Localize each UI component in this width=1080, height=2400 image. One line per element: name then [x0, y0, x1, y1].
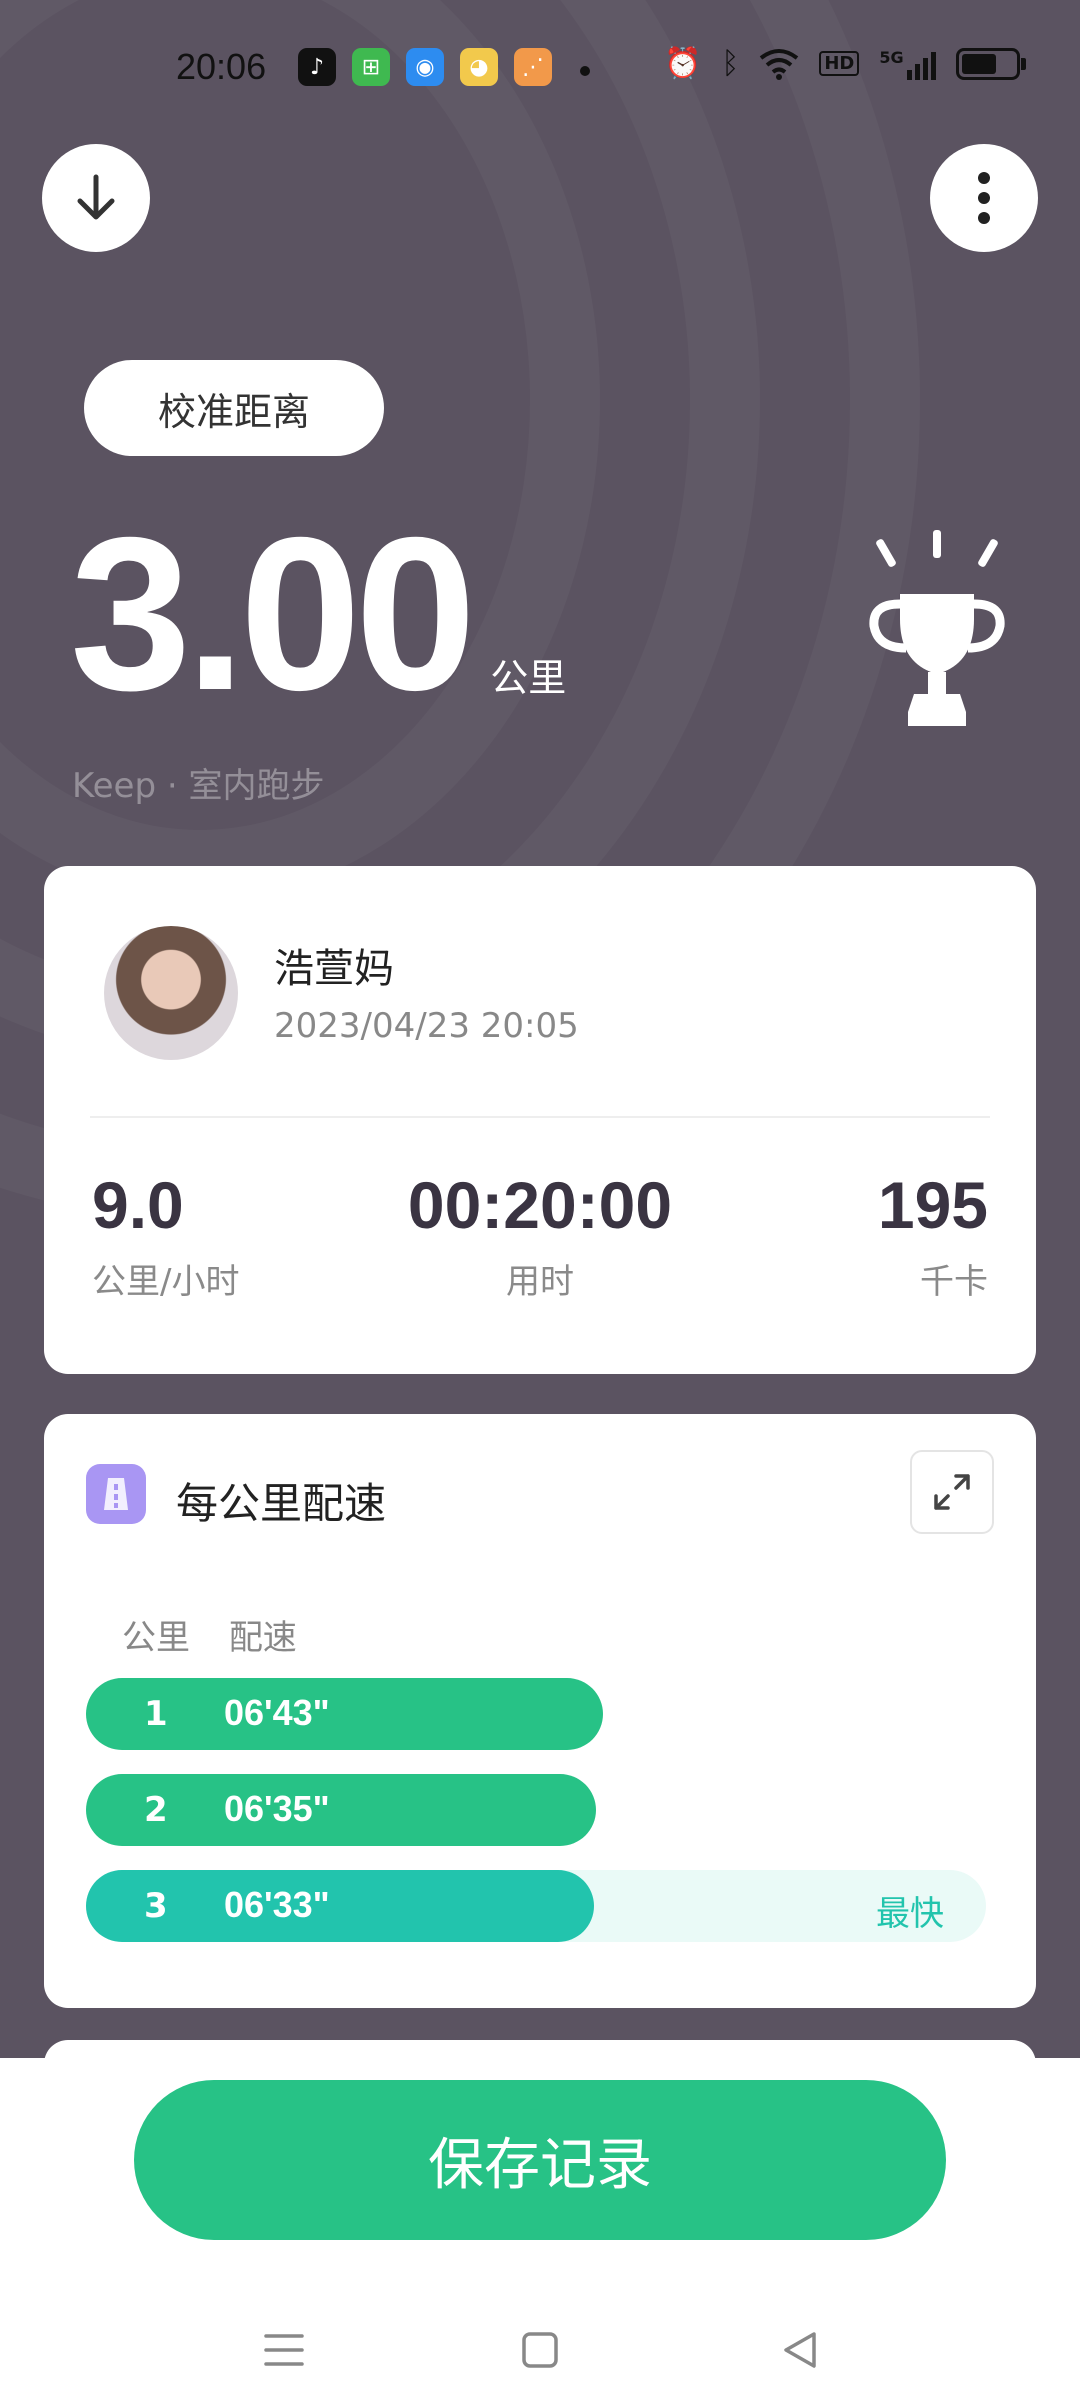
minimize-button[interactable] — [42, 144, 150, 252]
pace-row-fastest: 3 06'33" 最快 — [86, 1870, 986, 1942]
home-square-icon — [522, 2332, 558, 2368]
expand-button[interactable] — [910, 1450, 994, 1534]
duration-label: 用时 — [506, 1262, 574, 1302]
pace-km: 3 — [144, 1886, 168, 1926]
calories-stat: 195 千卡 — [878, 1170, 988, 1303]
workout-datetime: 2023/04/23 20:05 — [274, 1006, 579, 1046]
pace-per-km-card: 每公里配速 公里 配速 1 06'43" 2 06'35" 3 06'33" 最… — [44, 1414, 1036, 2008]
workout-summary-card: 浩萱妈 2023/04/23 20:05 9.0 公里/小时 00:20:00 … — [44, 866, 1036, 1374]
speed-label: 公里/小时 — [92, 1262, 240, 1302]
speed-stat: 9.0 公里/小时 — [92, 1170, 239, 1303]
status-bar: 20:06 ♪ ⊞ ◉ ◕ ⋰ ⏰ ᛒ HD 5G — [0, 0, 1080, 140]
save-record-button[interactable]: 保存记录 — [134, 2080, 946, 2240]
calibrate-distance-button[interactable]: 校准距离 — [84, 360, 384, 456]
fastest-badge: 最快 — [876, 1894, 944, 1934]
back-triangle-icon — [784, 2332, 816, 2368]
column-pace: 配速 — [228, 1618, 297, 1658]
tiktok-icon: ♪ — [298, 48, 336, 86]
nav-menu-button[interactable] — [244, 2310, 324, 2390]
battery-icon — [955, 47, 1026, 80]
pace-card-title: 每公里配速 — [176, 1479, 387, 1528]
pace-row: 1 06'43" — [86, 1678, 986, 1750]
column-km: 公里 — [122, 1618, 190, 1658]
system-nav-bar — [0, 2310, 1080, 2390]
pace-value: 06'33" — [224, 1884, 330, 1925]
nav-home-button[interactable] — [500, 2310, 580, 2390]
pace-icon — [86, 1464, 146, 1524]
pace-value: 06'43" — [224, 1692, 330, 1733]
pace-km: 1 — [144, 1694, 168, 1734]
more-options-button[interactable] — [930, 144, 1038, 252]
duration-stat: 00:20:00 用时 — [390, 1170, 690, 1303]
calories-value: 195 — [877, 1168, 988, 1242]
pace-columns-header: 公里 配速 — [122, 1610, 325, 1659]
pace-km: 2 — [144, 1790, 168, 1830]
nav-back-button[interactable] — [760, 2310, 840, 2390]
expand-icon — [934, 1474, 970, 1510]
divider — [90, 1116, 990, 1118]
bottom-panel: 保存记录 — [0, 2058, 1080, 2400]
activity-source: Keep · 室内跑步 — [72, 766, 325, 806]
signal-icon: 5G — [879, 47, 936, 80]
distance-unit: 公里 — [490, 656, 567, 700]
network-type: 5G — [879, 47, 904, 67]
more-vertical-icon — [978, 172, 990, 224]
status-time: 20:06 — [176, 46, 267, 87]
speed-value: 9.0 — [92, 1168, 184, 1242]
app-blue-icon: ◉ — [406, 48, 444, 86]
avatar[interactable] — [104, 926, 238, 1060]
arrow-down-icon — [77, 174, 115, 220]
alarm-icon: ⏰ — [664, 46, 702, 81]
menu-icon — [264, 2334, 304, 2366]
more-notifications-dot — [580, 66, 590, 76]
distance-display: 3.00 公里 — [70, 493, 567, 736]
pace-value: 06'35" — [224, 1788, 330, 1829]
pace-row: 2 06'35" — [86, 1774, 986, 1846]
user-name: 浩萱妈 — [274, 946, 394, 992]
hd-badge: HD — [819, 51, 860, 76]
wifi-icon — [760, 48, 799, 80]
duration-value: 00:20:00 — [407, 1168, 673, 1242]
app-green-icon: ⊞ — [352, 48, 390, 86]
distance-value: 3.00 — [70, 493, 476, 736]
system-icons: ⏰ ᛒ HD 5G — [664, 46, 1026, 81]
bluetooth-icon: ᛒ — [721, 46, 740, 81]
app-orange-icon: ⋰ — [514, 48, 552, 86]
notification-icons: ♪ ⊞ ◉ ◕ ⋰ — [298, 48, 552, 86]
weibo-icon: ◕ — [460, 48, 498, 86]
calories-label: 千卡 — [920, 1262, 988, 1302]
trophy-icon — [869, 530, 1005, 726]
